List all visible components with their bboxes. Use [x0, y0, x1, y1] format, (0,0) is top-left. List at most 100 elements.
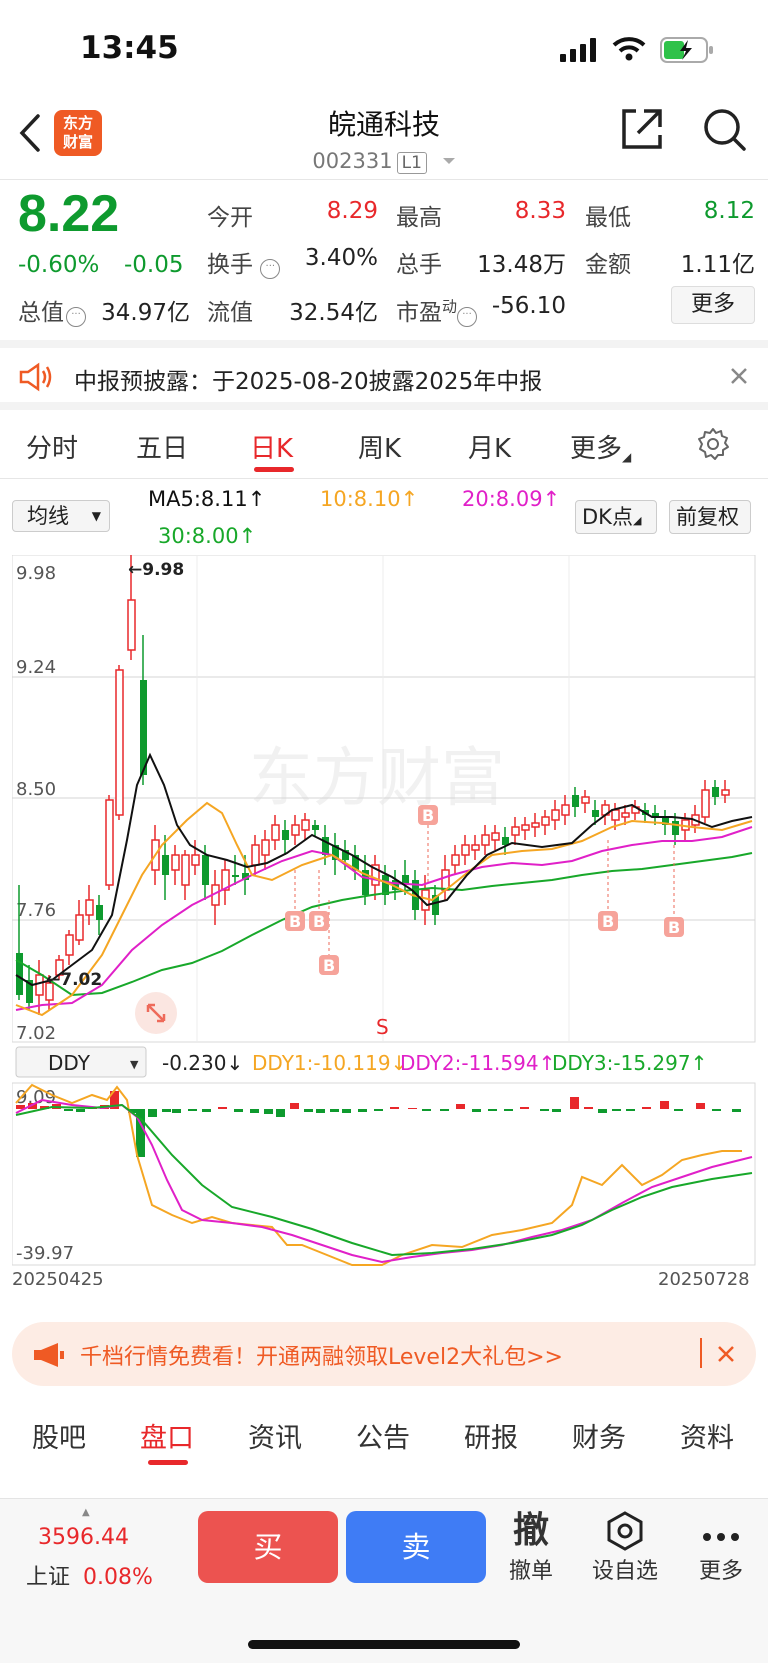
- tab-more[interactable]: 更多◢: [570, 428, 631, 465]
- more-quote-button[interactable]: 更多: [671, 286, 755, 324]
- candle-body: [712, 787, 719, 797]
- tab-monthly-k[interactable]: 月K: [468, 428, 511, 465]
- ma30-value: 30:8.00↑: [158, 524, 257, 548]
- candle-body: [721, 789, 730, 796]
- candle-body: [451, 854, 460, 866]
- cancel-order-icon: 撤: [512, 1510, 549, 1551]
- stock-code: 002331: [312, 149, 393, 173]
- high-label: 最高: [396, 205, 442, 231]
- candle-body: [511, 826, 520, 836]
- x-label-start: 20250425: [12, 1269, 104, 1285]
- ddy-bar: [504, 1109, 513, 1111]
- kline-chart[interactable]: 东方财富 9.98 9.24 8.50 7.76 7.02 ←9.98 ←7.0…: [12, 555, 756, 1285]
- open-label: 今开: [207, 205, 253, 231]
- cellular-signal-icon: [560, 38, 600, 66]
- sell-button[interactable]: 卖: [346, 1511, 486, 1583]
- tab-news[interactable]: 资讯: [248, 1416, 302, 1455]
- share-icon[interactable]: [620, 107, 664, 155]
- candle-body: [502, 837, 509, 845]
- ddy-bar: [472, 1109, 481, 1112]
- svg-text:B: B: [323, 956, 335, 975]
- y-label: 9.98: [16, 563, 56, 584]
- close-icon[interactable]: [729, 366, 749, 390]
- candle-body: [202, 855, 209, 885]
- tab-five-day[interactable]: 五日: [136, 428, 188, 465]
- level-badge: L1: [396, 152, 427, 174]
- y-label: 9.24: [16, 657, 56, 678]
- info-icon[interactable]: ···: [260, 259, 281, 279]
- index-widget[interactable]: ▲ 3596.44 上证 0.08%: [20, 1507, 180, 1597]
- status-time: 13:45: [80, 30, 179, 66]
- add-watchlist-button[interactable]: 设自选: [580, 1509, 670, 1585]
- tab-profile[interactable]: 资料: [680, 1416, 734, 1455]
- expand-icon: [135, 992, 177, 1034]
- ddy-value: -0.230↓: [162, 1051, 243, 1075]
- sell-signal-label: S: [376, 1015, 389, 1039]
- info-icon[interactable]: ···: [457, 307, 478, 327]
- divider: [0, 478, 768, 479]
- ddy-bars: [16, 1091, 741, 1157]
- svg-text:B: B: [289, 912, 301, 931]
- buy-button[interactable]: 买: [198, 1511, 338, 1583]
- close-icon[interactable]: [716, 1344, 736, 1368]
- float-mv-value: 32.54亿: [289, 300, 378, 326]
- dk-point-button[interactable]: DK点◢: [575, 500, 657, 534]
- buy-signal-badge: B: [319, 955, 339, 975]
- ddy-bar: [660, 1101, 669, 1109]
- tab-daily-k[interactable]: 日K: [250, 428, 293, 465]
- candle-body: [127, 599, 136, 651]
- amount-value: 1.11亿: [680, 252, 755, 278]
- candle-body: [85, 899, 94, 916]
- tab-weekly-k[interactable]: 周K: [358, 428, 401, 465]
- ddy-bar: [276, 1109, 285, 1117]
- active-tab-indicator: [148, 1460, 188, 1465]
- amount-label: 金额: [585, 252, 631, 278]
- ddy-bar: [358, 1109, 367, 1112]
- ddy-bar: [316, 1109, 325, 1113]
- tab-intraday[interactable]: 分时: [26, 428, 78, 465]
- chevron-down-icon: ▼: [91, 509, 101, 523]
- search-icon[interactable]: [702, 107, 748, 157]
- candle-body: [115, 669, 124, 816]
- tab-research[interactable]: 研报: [464, 1416, 518, 1455]
- candle-body: [162, 855, 169, 875]
- ddy-bar: [76, 1109, 85, 1112]
- candle-body: [491, 832, 500, 841]
- tab-order-book[interactable]: 盘口: [140, 1416, 194, 1455]
- notice-bar[interactable]: 中报预披露：于2025-08-20披露2025年中报: [0, 340, 768, 410]
- hexagon-icon: [580, 1509, 670, 1553]
- stock-header: 东方 财富 皖通科技 002331 L1: [0, 95, 768, 180]
- ma-select[interactable]: 均线 ▼: [12, 500, 110, 532]
- info-icon[interactable]: ···: [66, 307, 86, 327]
- cancel-order-button[interactable]: 撤 撤单: [486, 1509, 576, 1585]
- candle-body: [481, 834, 490, 846]
- ddy-bar: [408, 1108, 417, 1109]
- ddy-bar: [202, 1109, 211, 1112]
- change-percent: -0.60%: [18, 252, 100, 278]
- svg-text:B: B: [313, 912, 325, 931]
- ddy-bar: [626, 1109, 635, 1111]
- adjust-button[interactable]: 前复权: [669, 500, 751, 534]
- chevron-down-icon: [442, 147, 456, 171]
- candle-body: [461, 844, 470, 856]
- tab-forum[interactable]: 股吧: [32, 1416, 86, 1455]
- ddy-bar: [374, 1109, 383, 1111]
- ddy-bar: [520, 1107, 529, 1109]
- candle-body: [261, 839, 270, 856]
- wifi-icon: [612, 36, 646, 66]
- ddy3-line: [15, 1103, 753, 1257]
- ddy-bar: [218, 1107, 227, 1109]
- gear-icon[interactable]: [696, 427, 730, 465]
- corner-triangle-icon: ◢: [632, 514, 642, 527]
- y-label: 8.50: [16, 779, 56, 800]
- ddy-bar: [172, 1109, 181, 1113]
- tab-announcements[interactable]: 公告: [356, 1416, 410, 1455]
- tab-finance[interactable]: 财务: [572, 1416, 626, 1455]
- ddy3-value: DDY3:-15.297↑: [552, 1051, 707, 1075]
- more-button[interactable]: 更多: [676, 1509, 766, 1585]
- chart-watermark: 东方财富: [249, 742, 505, 816]
- trade-footer: ▲ 3596.44 上证 0.08% 买 卖 撤 撤单 设自选 更多: [0, 1498, 768, 1663]
- promo-banner[interactable]: 千档行情免费看！开通两融领取Level2大礼包>>: [12, 1322, 756, 1386]
- candle-body: [75, 914, 84, 941]
- ddy-bar: [290, 1103, 299, 1109]
